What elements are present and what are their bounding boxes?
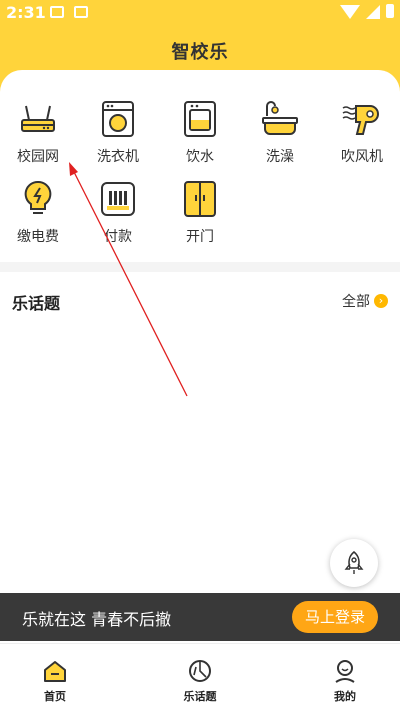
topic-icon xyxy=(189,660,211,682)
login-banner: 乐就在这 青春不后撤 马上登录 xyxy=(0,593,400,641)
signal-icon xyxy=(366,5,380,19)
bathtub-icon xyxy=(262,101,298,135)
rocket-icon xyxy=(344,550,364,574)
service-label: 洗澡 xyxy=(266,149,294,165)
hair-dryer-icon xyxy=(342,105,379,135)
service-label: 开门 xyxy=(186,229,214,245)
section-divider xyxy=(0,262,400,272)
chevron-right-icon: › xyxy=(374,294,388,308)
image-notification-icon xyxy=(50,6,64,18)
wifi-icon xyxy=(340,5,360,19)
service-open-door[interactable]: 开门 xyxy=(162,178,238,248)
tab-home[interactable]: 首页 xyxy=(10,650,100,704)
service-campus-network[interactable]: 校园网 xyxy=(0,98,76,168)
service-electricity-bill[interactable]: 缴电费 xyxy=(0,178,76,248)
service-label: 缴电费 xyxy=(17,229,59,245)
service-label: 校园网 xyxy=(17,149,59,165)
app-notification-icon xyxy=(74,6,88,18)
tab-label: 乐话题 xyxy=(183,690,217,703)
battery-icon xyxy=(386,4,394,18)
view-all-label: 全部 xyxy=(342,294,370,310)
page-title: 智校乐 xyxy=(171,42,229,63)
topics-section-title: 乐话题 xyxy=(12,294,61,313)
service-label: 洗衣机 xyxy=(97,149,139,165)
service-label: 饮水 xyxy=(186,149,214,165)
door-icon xyxy=(184,181,216,217)
payment-icon xyxy=(101,182,135,216)
service-shower[interactable]: 洗澡 xyxy=(242,98,318,168)
service-drinking-water[interactable]: 饮水 xyxy=(162,98,238,168)
topics-view-all-link[interactable]: 全部 › xyxy=(342,291,388,311)
bottom-tab-bar: 首页 乐话题 我的 xyxy=(0,643,400,712)
tab-label: 我的 xyxy=(334,690,356,703)
tab-topics[interactable]: 乐话题 xyxy=(155,650,245,704)
tab-profile[interactable]: 我的 xyxy=(300,650,390,704)
tab-label: 首页 xyxy=(44,690,66,703)
home-icon xyxy=(44,661,66,682)
service-label: 付款 xyxy=(104,229,132,245)
profile-icon xyxy=(335,660,355,683)
status-bar: 2:31 xyxy=(0,0,400,28)
login-button[interactable]: 马上登录 xyxy=(292,601,378,633)
banner-message: 乐就在这 青春不后撤 xyxy=(22,610,172,629)
water-dispenser-icon xyxy=(184,101,216,137)
service-payment[interactable]: 付款 xyxy=(80,178,156,248)
service-washing-machine[interactable]: 洗衣机 xyxy=(80,98,156,168)
washing-machine-icon xyxy=(102,101,134,137)
service-label: 吹风机 xyxy=(341,149,383,165)
service-hair-dryer[interactable]: 吹风机 xyxy=(324,98,400,168)
lightbulb-icon xyxy=(24,180,52,214)
back-to-top-button[interactable] xyxy=(330,539,378,587)
router-icon xyxy=(21,105,55,132)
status-time: 2:31 xyxy=(6,3,46,22)
services-card: 校园网 洗衣机 饮水 洗澡 吹风机 缴电费 付款 开门 xyxy=(0,70,400,270)
